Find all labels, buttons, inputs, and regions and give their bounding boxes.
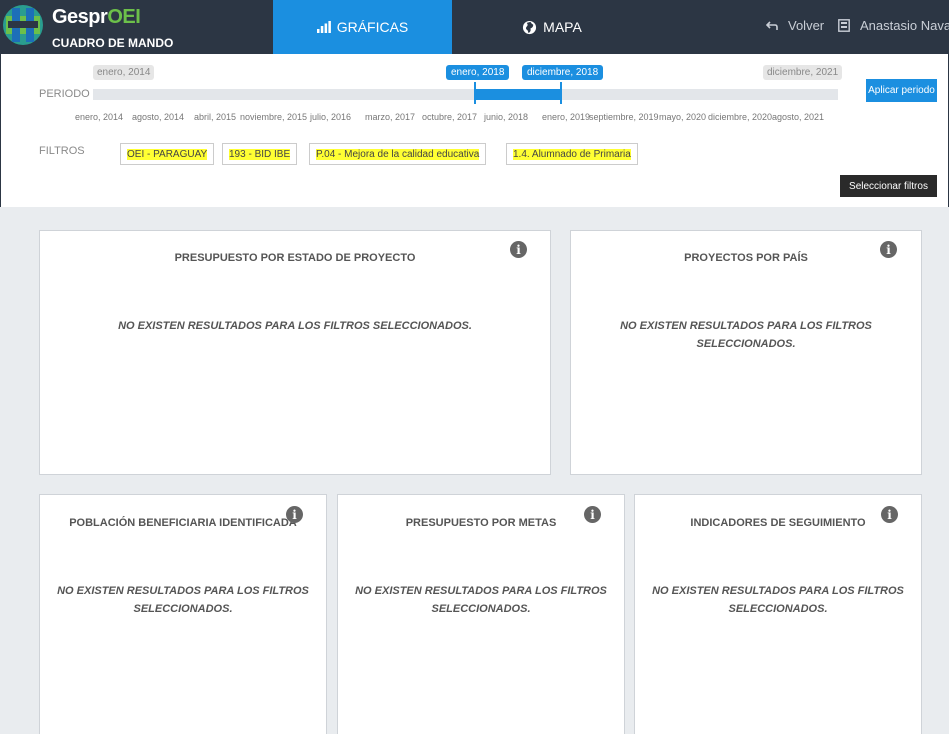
card-title: INDICADORES DE SEGUIMIENTO — [690, 517, 866, 529]
period-min-label: enero, 2014 — [93, 65, 155, 80]
back-button[interactable]: Volver — [766, 18, 824, 33]
gesproei-logo-icon — [3, 5, 43, 45]
tick-label: agosto, 2014 — [132, 112, 185, 122]
tab-graficas-label: GRÁFICAS — [336, 19, 409, 35]
card-title: PRESUPUESTO POR ESTADO DE PROYECTO — [174, 252, 416, 264]
tab-mapa-label: MAPA — [543, 19, 582, 35]
user-card-icon — [838, 19, 850, 32]
card-indicadores-seguimiento: INDICADORES DE SEGUIMIENTO i NO EXISTEN … — [634, 494, 922, 734]
brand-subtitle: CUADRO DE MANDO — [52, 36, 174, 50]
no-results-line: NO EXISTEN RESULTADOS PARA LOS FILTROS — [355, 585, 607, 597]
tick-label: abril, 2015 — [194, 112, 237, 122]
no-results-message: NO EXISTEN RESULTADOS PARA LOS FILTROS S… — [50, 582, 316, 618]
filter-chip-country[interactable]: OEI - PARAGUAY — [120, 143, 215, 165]
filter-chip-label: 193 - BID IBE — [229, 148, 291, 160]
no-results-message: NO EXISTEN RESULTADOS PARA LOS FILTROS S… — [645, 582, 911, 618]
bar-chart-icon — [316, 21, 331, 33]
apply-period-button[interactable]: Aplicar periodo — [866, 79, 937, 102]
period-end-tag: diciembre, 2018 — [522, 65, 604, 80]
no-results-message: NO EXISTEN RESULTADOS PARA LOS FILTROS S… — [118, 320, 472, 332]
card-proyectos-pais: PROYECTOS POR PAÍS i NO EXISTEN RESULTAD… — [570, 230, 922, 475]
filter-chip-label: P.04 - Mejora de la calidad educativa — [316, 148, 480, 160]
info-icon[interactable]: i — [510, 241, 527, 258]
no-results-line: SELECCIONADOS. — [431, 603, 531, 615]
user-menu[interactable]: Anastasio Nava — [838, 18, 949, 33]
back-label: Volver — [788, 18, 825, 33]
period-slider-start-handle[interactable] — [474, 82, 476, 104]
card-title: PRESUPUESTO POR METAS — [405, 517, 557, 529]
select-filters-button[interactable]: Seleccionar filtros — [840, 175, 937, 197]
no-results-line: SELECCIONADOS. — [728, 603, 828, 615]
filter-chip-funder[interactable]: 193 - BID IBE — [222, 143, 298, 165]
tick-label: agosto, 2021 — [772, 112, 825, 122]
filters-label: FILTROS — [39, 145, 85, 157]
period-slider-track[interactable] — [93, 89, 838, 100]
period-slider-end-handle[interactable] — [560, 82, 562, 104]
brand-title: GesprOEI — [52, 6, 141, 28]
no-results-message: NO EXISTEN RESULTADOS PARA LOS FILTROS S… — [620, 320, 872, 350]
tick-label: octubre, 2017 — [422, 112, 478, 122]
tick-label: septiembre, 2019 — [589, 112, 659, 122]
user-name: Anastasio Nava — [860, 18, 949, 33]
no-results-line: NO EXISTEN RESULTADOS PARA LOS FILTROS — [652, 585, 904, 597]
tick-label: mayo, 2020 — [659, 112, 707, 122]
tick-label: julio, 2016 — [310, 112, 352, 122]
card-poblacion-beneficiaria: POBLACIÓN BENEFICIARIA IDENTIFICADA i NO… — [39, 494, 327, 734]
period-slider-selection[interactable] — [475, 89, 561, 100]
filter-chip-label: 1.4. Alumnado de Primaria — [513, 148, 631, 160]
top-navigation-bar: GesprOEI CUADRO DE MANDO GRÁFICAS MAPA V… — [0, 0, 949, 54]
card-presupuesto-estado: PRESUPUESTO POR ESTADO DE PROYECTO i NO … — [39, 230, 551, 475]
period-max-label: diciembre, 2021 — [763, 65, 843, 80]
back-arrow-icon — [766, 20, 778, 30]
tab-mapa[interactable]: MAPA — [452, 0, 652, 54]
card-title: POBLACIÓN BENEFICIARIA IDENTIFICADA — [69, 517, 297, 529]
globe-icon — [523, 20, 537, 34]
tick-label: enero, 2019 — [542, 112, 591, 122]
filter-chip-label: OEI - PARAGUAY — [127, 148, 208, 160]
no-results-line: SELECCIONADOS. — [133, 603, 233, 615]
info-icon[interactable]: i — [584, 506, 601, 523]
no-results-message: NO EXISTEN RESULTADOS PARA LOS FILTROS S… — [348, 582, 614, 618]
filter-chip-goal[interactable]: 1.4. Alumnado de Primaria — [506, 143, 638, 165]
info-icon[interactable]: i — [881, 506, 898, 523]
tick-label: diciembre, 2020 — [708, 112, 773, 122]
info-icon[interactable]: i — [286, 506, 303, 523]
filter-chip-program[interactable]: P.04 - Mejora de la calidad educativa — [309, 143, 487, 165]
period-start-tag: enero, 2018 — [446, 65, 510, 80]
tab-graficas[interactable]: GRÁFICAS — [273, 0, 452, 54]
card-title: PROYECTOS POR PAÍS — [684, 252, 808, 264]
tick-label: enero, 2014 — [75, 112, 124, 122]
card-presupuesto-metas: PRESUPUESTO POR METAS i NO EXISTEN RESUL… — [337, 494, 625, 734]
period-label: PERIODO — [39, 88, 90, 100]
tick-label: junio, 2018 — [484, 112, 529, 122]
no-results-line: NO EXISTEN RESULTADOS PARA LOS FILTROS — [57, 585, 309, 597]
filter-panel: PERIODO enero, 2014 diciembre, 2021 ener… — [0, 54, 949, 207]
tick-label: noviembre, 2015 — [240, 112, 308, 122]
tick-label: marzo, 2017 — [365, 112, 416, 122]
info-icon[interactable]: i — [880, 241, 897, 258]
